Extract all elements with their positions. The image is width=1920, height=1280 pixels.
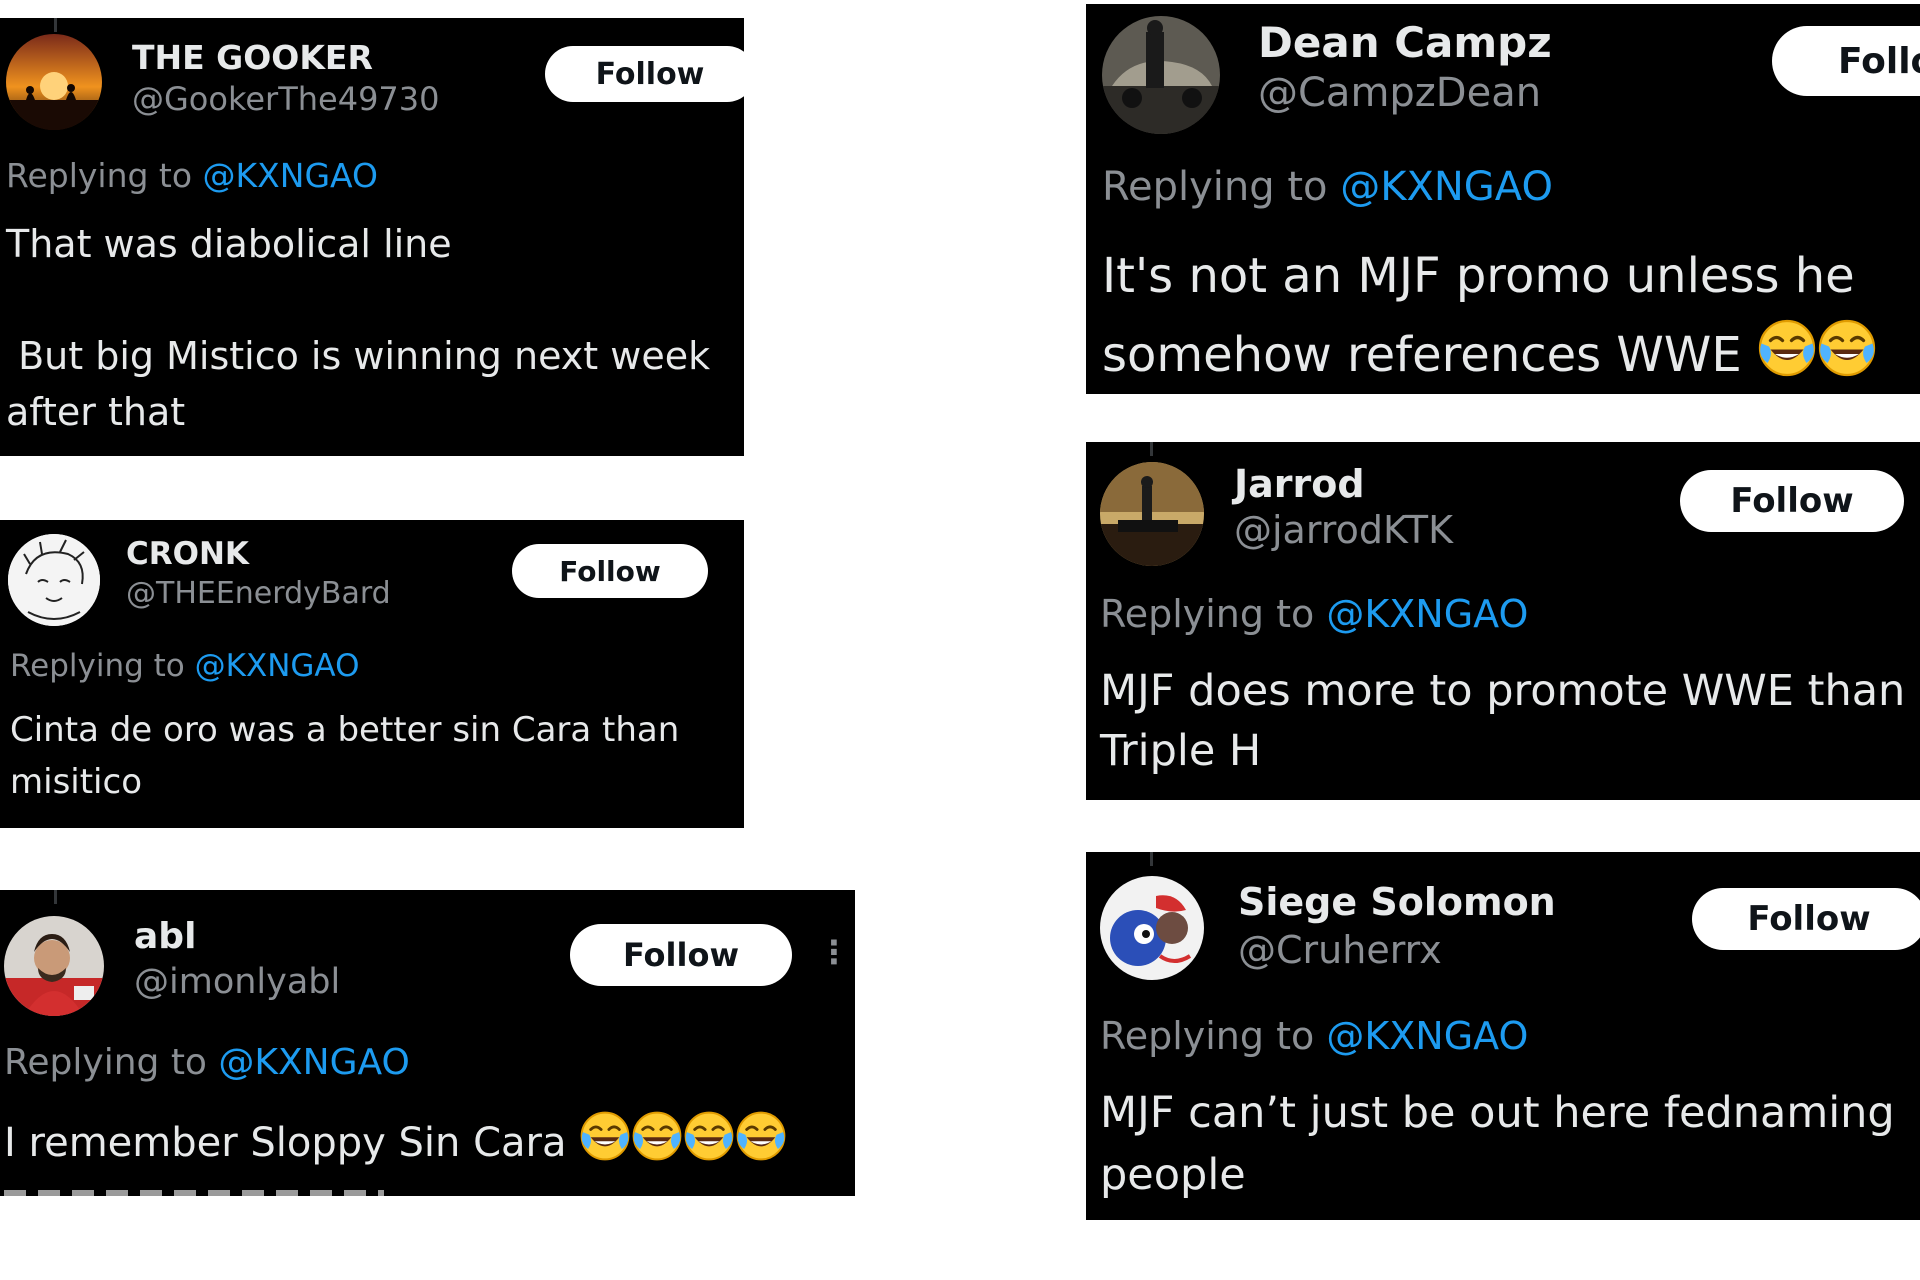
avatar-dean[interactable] [1102,16,1220,134]
person-photo-icon [4,916,104,1016]
tweet-text-line-2: misitico [10,762,142,802]
user-handle[interactable]: @GookerThe49730 [132,80,440,118]
replying-to-line: Replying to @KXNGAO [1100,1014,1528,1058]
thread-line [1150,442,1153,456]
tweet-text-line-2: somehow references WWE [1102,318,1877,383]
follow-button[interactable]: Follow [512,544,708,598]
tweet-card-siege: Siege Solomon @Cruherrx Follow Replying … [1086,852,1920,1220]
display-name[interactable]: Dean Campz [1258,18,1552,67]
user-handle[interactable]: @Cruherrx [1238,928,1442,972]
mention-link[interactable]: @KXNGAO [1326,1014,1528,1058]
replying-to-label: Replying to [1102,164,1341,210]
display-name[interactable]: abl [134,916,196,957]
tweet-text-line-2: Triple H [1100,726,1262,776]
tweet-text: I remember Sloppy Sin Cara [4,1120,567,1166]
mention-link[interactable]: @KXNGAO [1340,164,1553,210]
piano-photo-icon [1100,462,1204,566]
mention-link[interactable]: @KXNGAO [1326,592,1528,636]
mention-link[interactable]: @KXNGAO [195,648,360,684]
replying-to-label: Replying to [1100,1014,1327,1058]
display-name[interactable]: CRONK [126,536,249,572]
replying-to-line: Replying to @KXNGAO [1102,164,1553,210]
face-with-tears-of-joy-icon [631,1110,683,1162]
sunset-photo-icon [6,34,102,130]
replying-to-label: Replying to [4,1042,219,1083]
follow-button[interactable]: Follow [570,924,792,986]
sketch-portrait-icon [8,534,100,626]
tweet-text-line-1: That was diabolical line [6,222,452,266]
follow-button[interactable]: Follow [545,46,744,102]
user-handle[interactable]: @CampzDean [1258,70,1541,116]
tweet-text-line-1: MJF can’t just be out here fednaming [1100,1088,1895,1138]
display-name[interactable]: Jarrod [1234,462,1365,506]
avatar-jarrod[interactable] [1100,462,1204,566]
tweet-text-line-2: people [1100,1150,1246,1200]
replying-to-label: Replying to [6,156,203,195]
tweet-text-line-1: Cinta de oro was a better sin Cara than [10,710,680,750]
avatar-cronk[interactable] [8,534,100,626]
tweet-text-line-2: But big Mistico is winning next week [6,334,711,378]
tweet-card-abl: abl @imonlyabl Follow ⋮ Replying to @KXN… [0,890,855,1196]
face-with-tears-of-joy-icon [1757,318,1817,378]
tweet-text-line-3: after that [6,390,186,434]
tweet-text: somehow references WWE [1102,326,1742,383]
avatar-siege[interactable] [1100,876,1204,980]
tweet-text-line-1: I remember Sloppy Sin Cara [4,1110,787,1166]
user-handle[interactable]: @THEEnerdyBard [126,576,391,611]
more-options-icon[interactable]: ⋮ [736,552,744,580]
mention-link[interactable]: @KXNGAO [218,1042,409,1083]
cartoon-collage-icon [1100,876,1204,980]
avatar-gooker[interactable] [6,34,102,130]
replying-to-label: Replying to [1100,592,1327,636]
user-handle[interactable]: @jarrodKTK [1234,508,1453,552]
face-with-tears-of-joy-icon [683,1110,735,1162]
cut-off-next-line [4,1190,384,1196]
face-with-tears-of-joy-icon [579,1110,631,1162]
tweet-card-jarrod: Jarrod @jarrodKTK Follow Replying to @KX… [1086,442,1920,800]
more-options-icon[interactable]: ⋮ [818,936,850,968]
replying-to-label: Replying to [10,648,195,684]
thread-line [54,890,57,904]
mention-link[interactable]: @KXNGAO [203,156,378,195]
display-name[interactable]: Siege Solomon [1238,880,1556,924]
replying-to-line: Replying to @KXNGAO [6,156,378,195]
car-photo-icon [1102,16,1220,134]
display-name[interactable]: THE GOOKER [132,38,373,77]
avatar-abl[interactable] [4,916,104,1016]
replying-to-line: Replying to @KXNGAO [1100,592,1528,636]
tweet-text-line-1: MJF does more to promote WWE than [1100,666,1906,716]
tweet-card-dean: Dean Campz @CampzDean Follo Replying to … [1086,4,1920,394]
thread-line [54,18,57,32]
follow-button[interactable]: Follo [1772,26,1920,96]
tweet-text-line-1: It's not an MJF promo unless he [1102,248,1855,304]
replying-to-line: Replying to @KXNGAO [4,1042,410,1083]
thread-line [1150,852,1153,866]
user-handle[interactable]: @imonlyabl [134,962,340,1002]
face-with-tears-of-joy-icon [1817,318,1877,378]
face-with-tears-of-joy-icon [735,1110,787,1162]
follow-button[interactable]: Follow [1692,888,1920,950]
follow-button[interactable]: Follow [1680,470,1904,532]
replying-to-line: Replying to @KXNGAO [10,648,359,684]
tweet-card-gooker: THE GOOKER @GookerThe49730 Follow Replyi… [0,18,744,456]
tweet-card-cronk: CRONK @THEEnerdyBard Follow ⋮ Replying t… [0,520,744,828]
